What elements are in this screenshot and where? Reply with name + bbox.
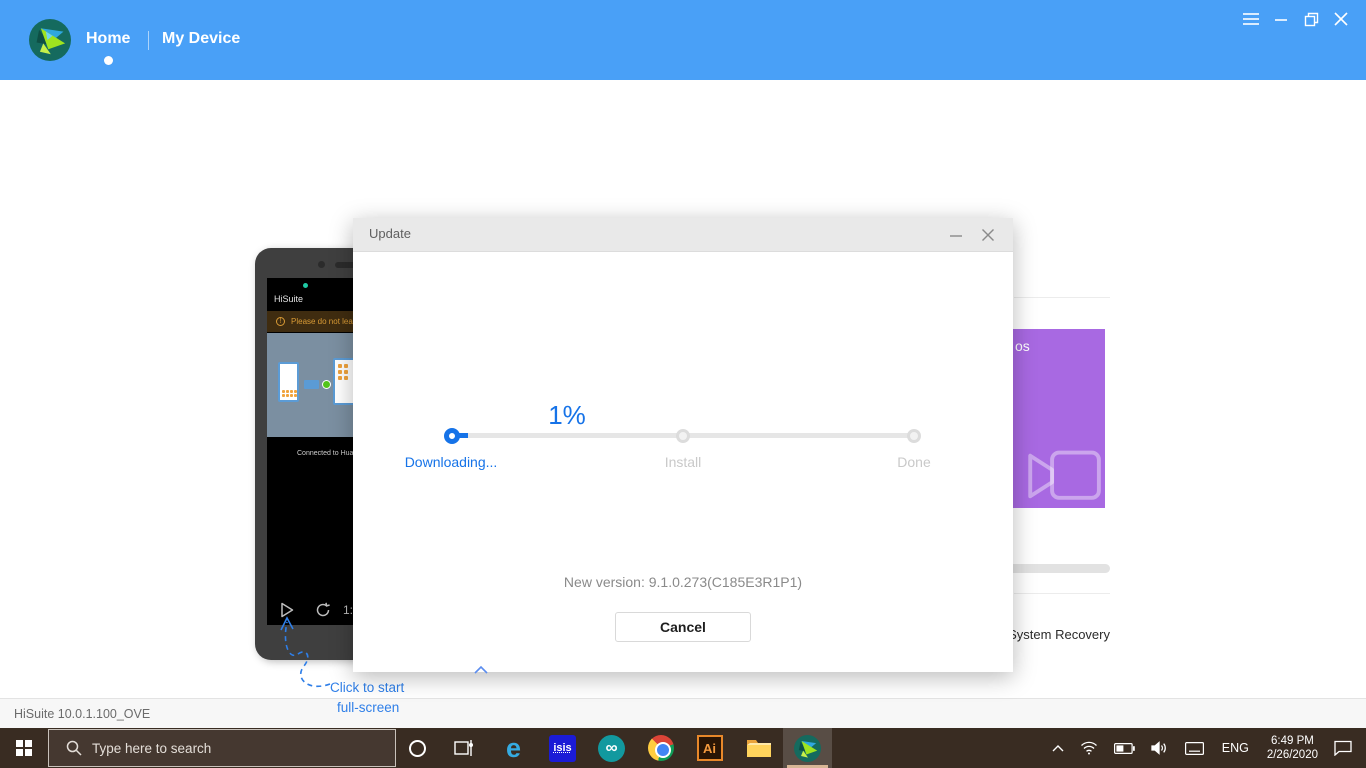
touch-keyboard-icon [1185,742,1204,755]
collapse-caret-icon[interactable] [473,665,489,674]
windows-taskbar: e isis ∞ Ai [0,728,1366,768]
wifi-icon [1080,741,1098,755]
step-dot-install [676,429,690,443]
tray-expand-button[interactable] [1044,728,1072,768]
dialog-close-icon[interactable] [975,223,1001,247]
clock-time: 6:49 PM [1267,734,1318,748]
taskbar-hisuite[interactable] [783,728,832,768]
screen-camera-dot [303,283,308,288]
cortana-icon [409,740,426,757]
chrome-icon [648,735,674,761]
battery-button[interactable] [1106,728,1143,768]
step-dot-downloading [444,428,460,444]
videos-card-label-fragment: os [1015,338,1030,354]
action-center-button[interactable] [1326,728,1366,768]
task-view-icon [454,738,476,758]
tab-divider [148,31,149,50]
cortana-button[interactable] [396,728,438,768]
clock-date: 2/26/2020 [1267,748,1318,762]
cancel-button[interactable]: Cancel [615,612,751,642]
fullscreen-hint-line1: Click to start [330,678,404,698]
volume-button[interactable] [1143,728,1177,768]
phone-connected-text: Connected to Huaw [297,450,358,457]
arduino-icon: ∞ [598,735,625,762]
search-input[interactable] [92,741,372,756]
taskbar-arduino[interactable]: ∞ [587,728,636,768]
speaker-icon [1151,741,1169,755]
dialog-titlebar: Update [353,218,1013,252]
dialog-title: Update [369,226,411,241]
main-content: HiSuite ! Please do not leave th Connect… [0,80,1366,698]
taskbar-edge[interactable]: e [489,728,538,768]
active-tab-indicator [104,56,113,65]
taskbar-clock[interactable]: 6:49 PM 2/26/2020 [1259,728,1326,768]
hisuite-window: Home My Device HiSuite [0,0,1366,768]
warning-icon: ! [276,317,285,326]
language-indicator[interactable]: ENG [1212,728,1259,768]
step-label-install: Install [603,454,763,470]
phone-camera-dot [318,261,325,268]
illustration-phone-small [278,362,299,402]
taskbar-isis[interactable]: isis [538,728,587,768]
hisuite-taskbar-icon [794,735,821,762]
edge-icon: e [506,735,521,762]
taskbar-chrome[interactable] [636,728,685,768]
step-dot-done [907,429,921,443]
progress-percent: 1% [487,400,647,431]
zoom-control-fragment[interactable]: 1: [343,603,353,617]
task-view-button[interactable] [440,728,489,768]
battery-icon [1114,743,1135,754]
app-version-text: HiSuite 10.0.1.100_OVE [14,707,150,721]
windows-logo-icon [16,740,32,756]
step-label-done: Done [834,454,994,470]
chevron-up-icon [1052,745,1064,752]
step-label-downloading: Downloading... [371,454,531,470]
close-icon[interactable] [1326,7,1356,31]
fullscreen-hint-line2: full-screen [330,698,404,718]
new-version-text: New version: 9.1.0.273(C185E3R1P1) [353,574,1013,590]
tab-home[interactable]: Home [86,30,130,48]
taskbar-search-box[interactable] [48,729,396,767]
video-camera-icon [1024,447,1102,505]
tab-my-device[interactable]: My Device [162,30,240,48]
system-recovery-link[interactable]: System Recovery [1000,627,1110,642]
background-divider-top [1014,297,1110,298]
hisuite-logo-icon [29,19,71,61]
update-dialog: Update 1% Downloading... Install Done Ne… [353,218,1013,672]
search-icon [66,740,82,756]
background-divider-bottom [1014,593,1110,594]
minimize-icon[interactable] [1266,7,1296,31]
phone-app-label: HiSuite [274,294,303,304]
action-center-icon [1334,740,1352,756]
taskbar-file-explorer[interactable] [734,728,783,768]
start-button[interactable] [0,728,48,768]
app-header: Home My Device [0,0,1366,80]
wifi-button[interactable] [1072,728,1106,768]
menu-icon[interactable] [1236,7,1266,31]
isis-icon: isis [549,735,576,762]
restore-icon[interactable] [1296,7,1326,31]
app-statusbar: HiSuite 10.0.1.100_OVE [0,698,1366,728]
connected-check-icon [322,380,331,389]
dialog-minimize-icon[interactable] [943,223,969,247]
taskbar-illustrator[interactable]: Ai [685,728,734,768]
illustrator-icon: Ai [697,735,723,761]
fullscreen-hint: Click to start full-screen [330,678,404,718]
file-explorer-icon [746,737,772,759]
system-tray: ENG 6:49 PM 2/26/2020 [1044,728,1366,768]
usb-connector-icon [304,380,319,389]
touch-keyboard-button[interactable] [1177,728,1212,768]
